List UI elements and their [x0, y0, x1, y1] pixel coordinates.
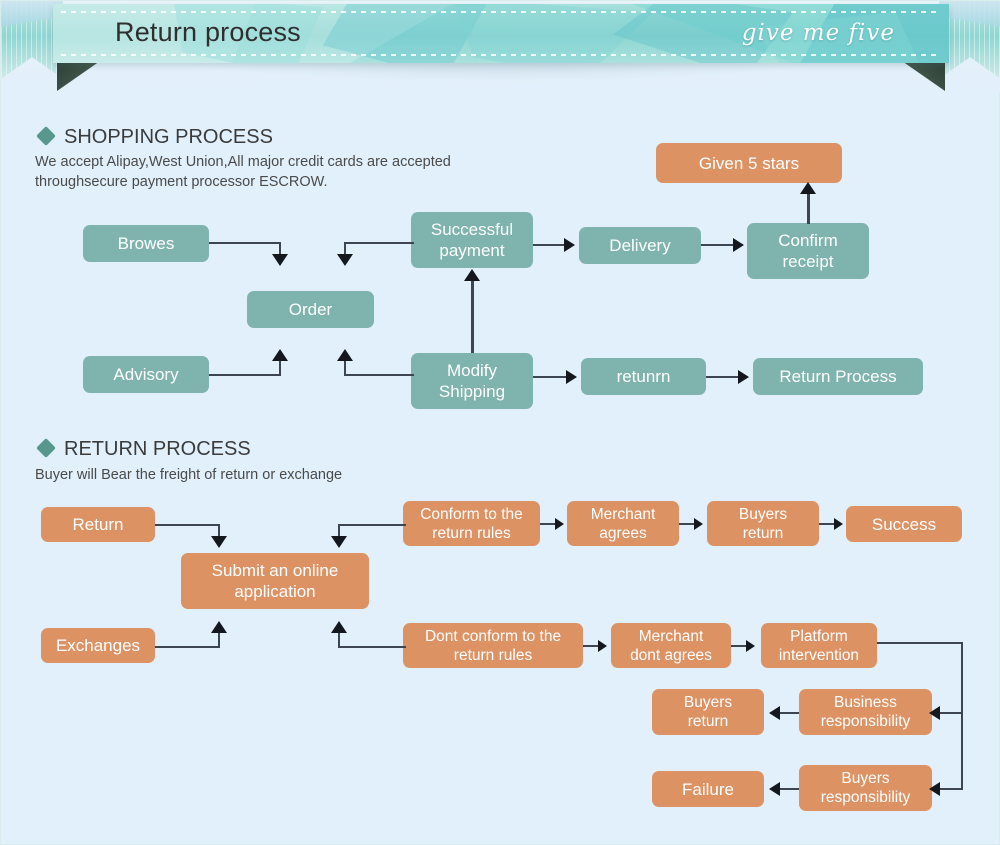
- diamond-bullet-return-icon: [36, 438, 56, 458]
- connector-platform-right: [877, 642, 963, 644]
- connector-exchanges-v: [218, 633, 220, 648]
- node-returnrn[interactable]: retunrn: [581, 358, 706, 395]
- node-platform-intervention[interactable]: Platform intervention: [761, 623, 877, 668]
- node-merchant-dont-agrees[interactable]: Merchant dont agrees: [611, 623, 731, 668]
- node-successful-payment[interactable]: Successful payment: [411, 212, 533, 268]
- connector-payment-left-h: [344, 242, 414, 244]
- page-root: Return process give me five SHOPPING PRO…: [0, 0, 1000, 845]
- node-return-process[interactable]: Return Process: [753, 358, 923, 395]
- connector-dontconform-h: [338, 646, 406, 648]
- node-buyers-return-bottom[interactable]: Buyers return: [652, 689, 764, 735]
- connector-conform-submit-h: [338, 524, 406, 526]
- ribbon-stitch-top: [61, 11, 941, 13]
- node-confirm-receipt[interactable]: Confirm receipt: [747, 223, 869, 279]
- node-merchant-agrees[interactable]: Merchant agrees: [567, 501, 679, 546]
- connector-modify-returnrn: [533, 376, 567, 378]
- node-business-responsibility[interactable]: Business responsibility: [799, 689, 932, 735]
- arrow-merchant-buyers-icon: [694, 518, 703, 530]
- diamond-bullet-shopping-icon: [36, 126, 56, 146]
- node-given-5-stars[interactable]: Given 5 stars: [656, 143, 842, 183]
- connector-exchanges-h: [155, 646, 220, 648]
- arrow-payment-delivery-icon: [564, 238, 575, 252]
- ribbon-band: Return process give me five: [53, 4, 949, 63]
- node-failure[interactable]: Failure: [652, 771, 764, 807]
- section-heading-return: RETURN PROCESS: [64, 438, 251, 460]
- arrow-dontconform-up-icon: [331, 621, 347, 633]
- arrow-advisory-up-icon: [272, 349, 288, 361]
- connector-modify-to-payment: [471, 281, 474, 353]
- node-modify-shipping[interactable]: Modify Shipping: [411, 353, 533, 409]
- connector-confirm-stars: [807, 194, 810, 224]
- arrow-conform-submit-icon: [331, 536, 347, 548]
- arrow-modify-up-icon: [337, 349, 353, 361]
- arrow-confirm-stars-icon: [800, 182, 816, 194]
- page-title: Return process: [115, 17, 301, 47]
- connector-payment-delivery: [533, 244, 565, 246]
- arrow-business-buyersreturn-icon: [769, 706, 780, 720]
- connector-conform-merchant: [540, 523, 556, 525]
- node-buyers-return-top[interactable]: Buyers return: [707, 501, 819, 546]
- connector-merchant-platform: [731, 645, 747, 647]
- node-submit-application[interactable]: Submit an online application: [181, 553, 369, 609]
- connector-buyersresp-failure: [780, 788, 799, 790]
- arrow-branch-business-icon: [929, 706, 940, 720]
- arrow-return-submit-icon: [211, 536, 227, 548]
- connector-browes-h: [209, 242, 281, 244]
- banner-shadow-curve: [71, 63, 931, 91]
- connector-buyers-success: [819, 523, 835, 525]
- connector-advisory-v: [279, 361, 281, 376]
- connector-dontconform-merchant: [583, 645, 599, 647]
- banner-script-text: give me five: [741, 20, 895, 46]
- connector-business-buyersreturn: [780, 712, 799, 714]
- arrow-merchant-platform-icon: [746, 640, 755, 652]
- node-return[interactable]: Return: [41, 507, 155, 542]
- node-browes[interactable]: Browes: [83, 225, 209, 262]
- ribbon-stitch-bottom: [61, 54, 941, 56]
- connector-modify-left-v: [344, 361, 346, 376]
- arrow-payment-down-icon: [337, 254, 353, 266]
- arrow-modify-to-payment-icon: [464, 269, 480, 281]
- page-banner: Return process give me five: [1, 1, 1000, 93]
- node-dont-conform-rules[interactable]: Dont conform to the return rules: [403, 623, 583, 668]
- connector-merchant-buyers: [679, 523, 695, 525]
- node-conform-rules[interactable]: Conform to the return rules: [403, 501, 540, 546]
- arrow-delivery-confirm-icon: [733, 238, 744, 252]
- arrow-dontconform-merchant-icon: [598, 640, 607, 652]
- connector-branch-business: [939, 712, 963, 714]
- node-success[interactable]: Success: [846, 506, 962, 542]
- connector-returnrn-process: [706, 376, 739, 378]
- section-subtitle-shopping: We accept Alipay,West Union,All major cr…: [35, 154, 451, 190]
- connector-advisory-h: [209, 374, 281, 376]
- arrow-modify-returnrn-icon: [566, 370, 577, 384]
- node-exchanges[interactable]: Exchanges: [41, 628, 155, 663]
- arrow-returnrn-process-icon: [738, 370, 749, 384]
- node-buyers-responsibility[interactable]: Buyers responsibility: [799, 765, 932, 811]
- connector-dontconform-v: [338, 633, 340, 648]
- node-advisory[interactable]: Advisory: [83, 356, 209, 393]
- arrow-buyersresp-failure-icon: [769, 782, 780, 796]
- arrow-exchanges-up-icon: [211, 621, 227, 633]
- node-order[interactable]: Order: [247, 291, 374, 328]
- connector-platform-down: [961, 642, 963, 790]
- arrow-buyers-success-icon: [834, 518, 843, 530]
- arrow-conform-merchant-icon: [555, 518, 564, 530]
- section-heading-shopping: SHOPPING PROCESS: [64, 126, 273, 148]
- node-delivery[interactable]: Delivery: [579, 227, 701, 264]
- connector-modify-left-h: [344, 374, 414, 376]
- arrow-branch-buyersresp-icon: [929, 782, 940, 796]
- connector-branch-buyersresp: [939, 788, 963, 790]
- connector-return-submit-h: [155, 524, 220, 526]
- section-subtitle-return: Buyer will Bear the freight of return or…: [35, 467, 343, 483]
- arrow-browes-down-icon: [272, 254, 288, 266]
- connector-delivery-confirm: [701, 244, 734, 246]
